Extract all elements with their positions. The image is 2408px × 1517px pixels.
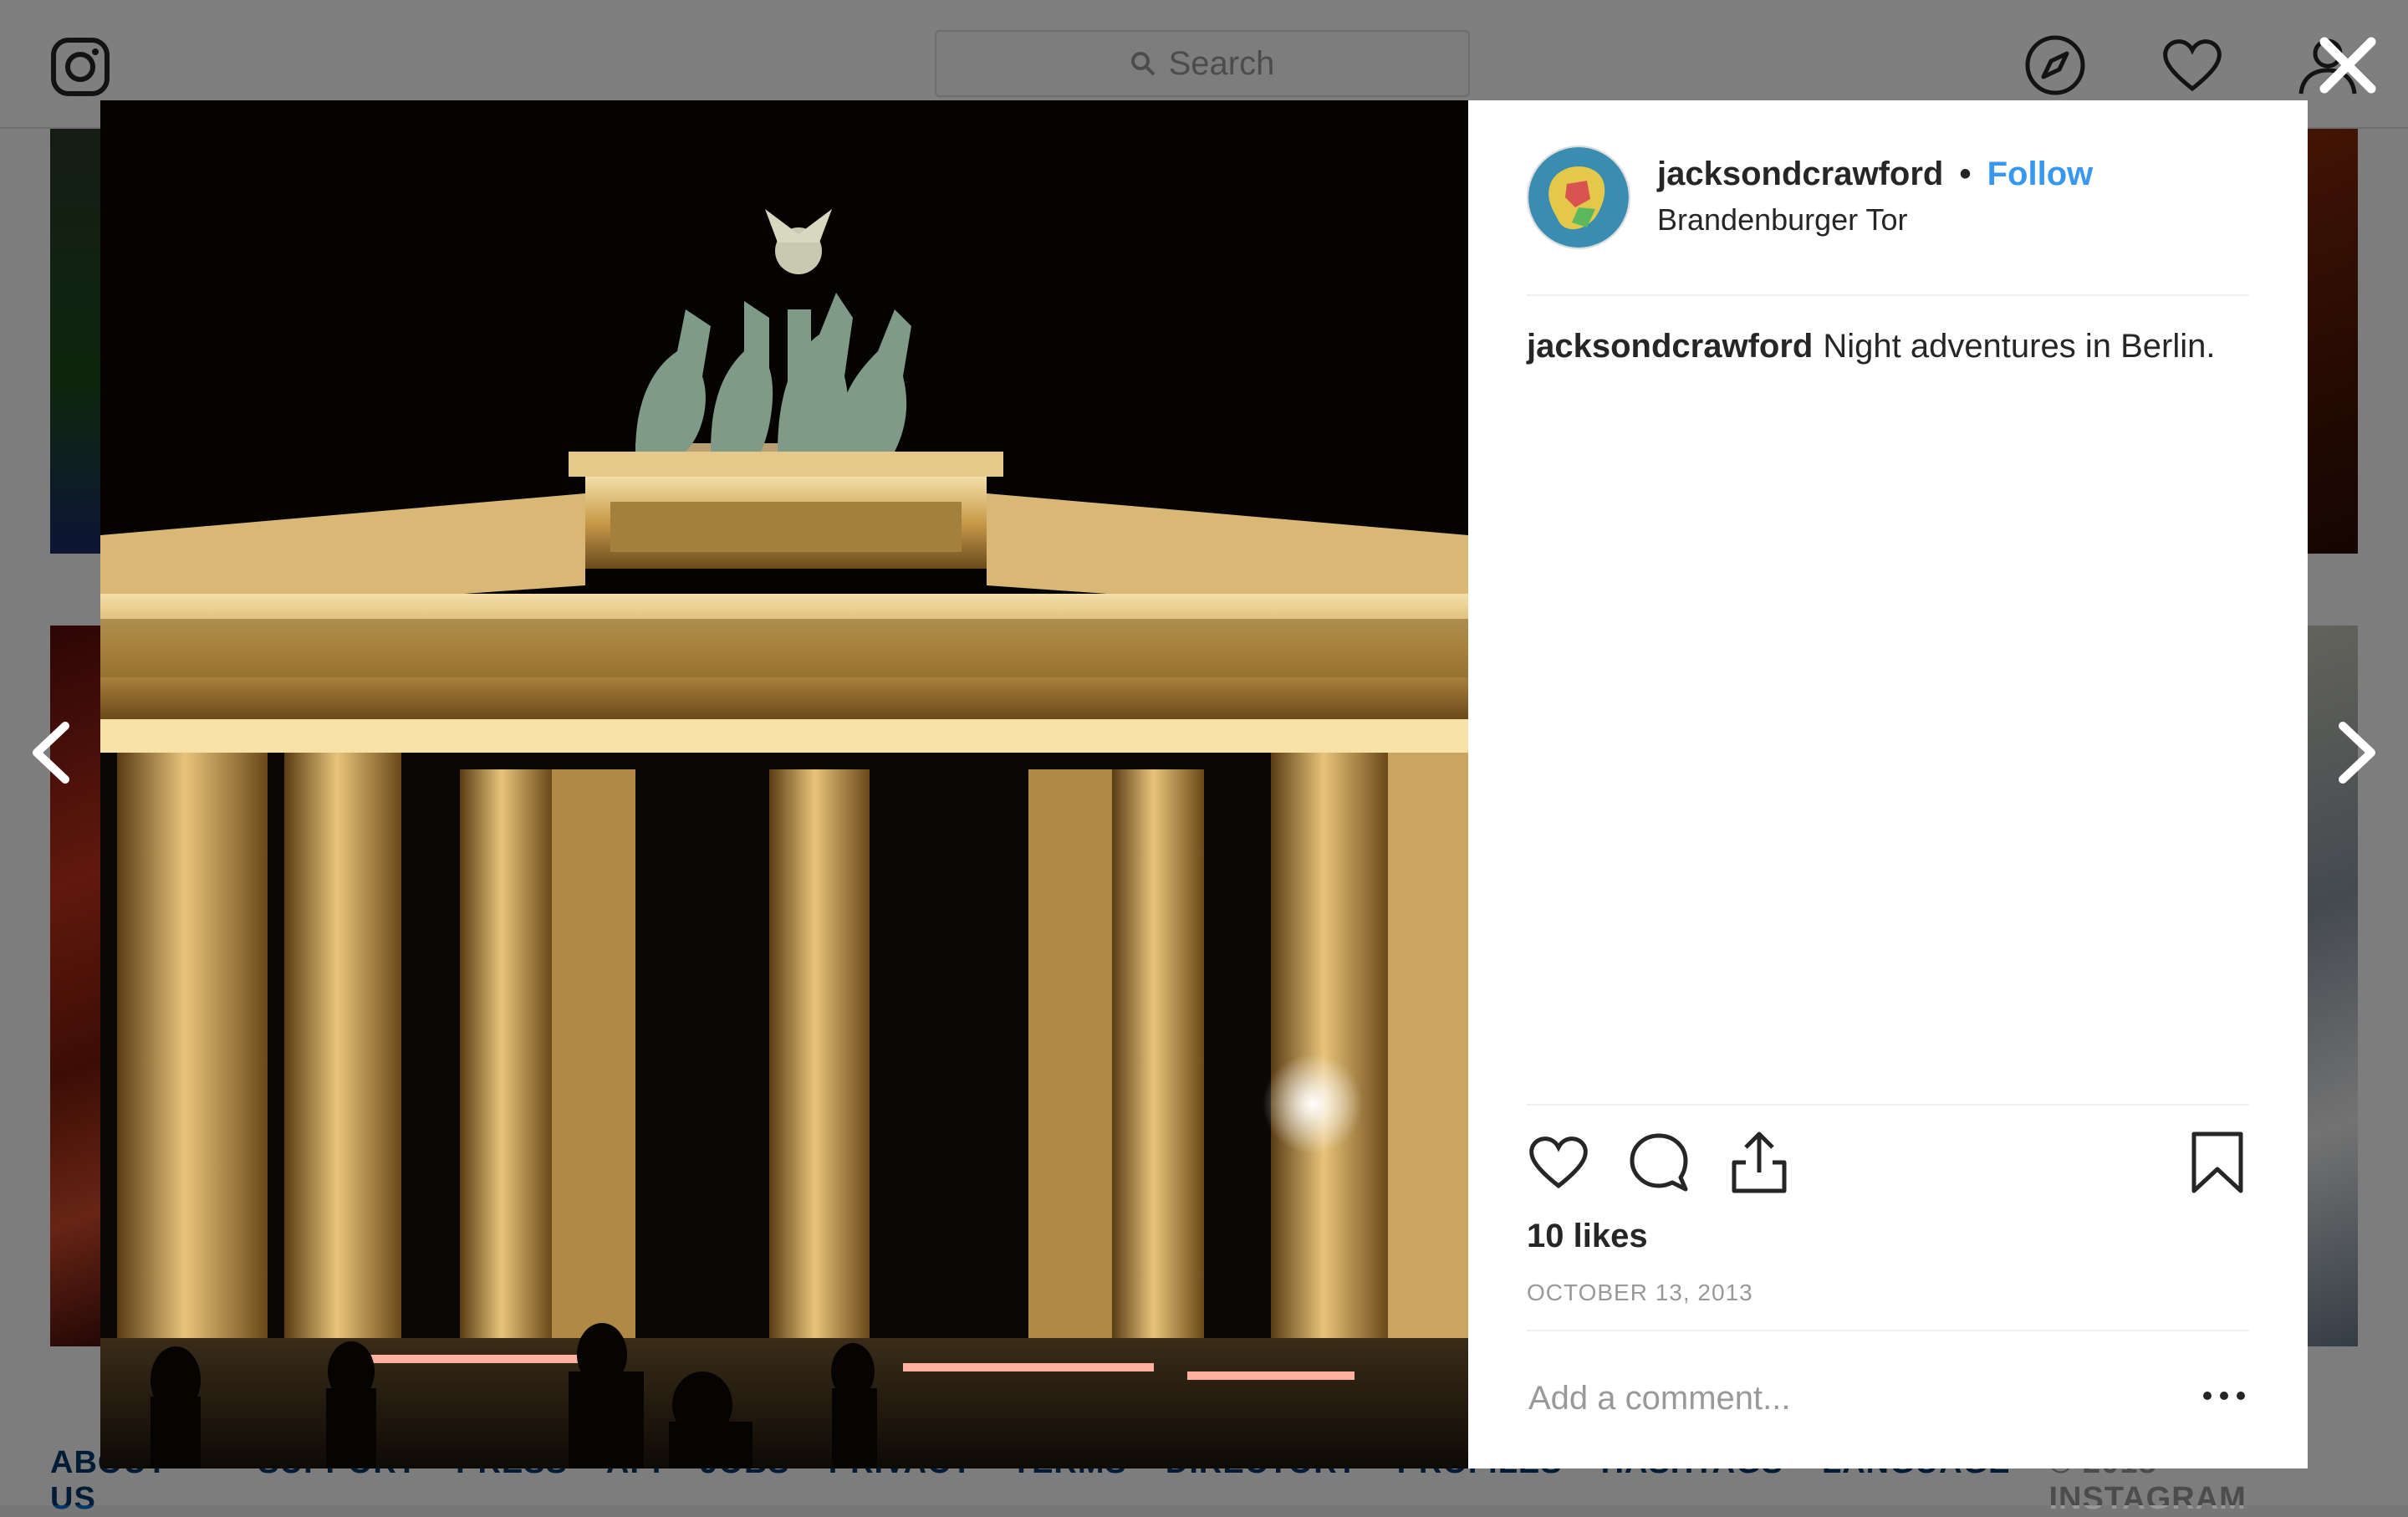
close-icon[interactable] — [2313, 30, 2383, 100]
comment-icon[interactable] — [1627, 1131, 1691, 1194]
comment-form — [1527, 1330, 2249, 1470]
caption-text: Night adventures in Berlin. — [1823, 328, 2216, 365]
post-date: OCTOBER 13, 2013 — [1527, 1279, 1753, 1305]
post-photo[interactable] — [100, 100, 1468, 1468]
globe-avatar-icon — [1528, 147, 1629, 248]
post-details-panel: jacksondcrawford • Follow Brandenburger … — [1468, 100, 2308, 1468]
more-options-icon[interactable] — [2199, 1383, 2249, 1408]
share-icon[interactable] — [1727, 1131, 1791, 1194]
comment-input[interactable] — [1527, 1360, 2182, 1437]
author-username[interactable]: jacksondcrawford — [1657, 156, 1943, 192]
separator-dot: • — [1959, 156, 1972, 192]
post-modal: jacksondcrawford • Follow Brandenburger … — [100, 100, 2308, 1468]
post-header: jacksondcrawford • Follow Brandenburger … — [1527, 146, 2249, 296]
likes-count[interactable]: 10 likes — [1527, 1218, 1648, 1255]
chevron-left-icon[interactable] — [18, 718, 85, 788]
follow-button[interactable]: Follow — [1987, 156, 2094, 192]
like-heart-icon[interactable] — [1527, 1131, 1590, 1194]
avatar[interactable] — [1527, 146, 1630, 249]
bookmark-icon[interactable] — [2186, 1131, 2249, 1194]
brandenburg-gate-photo — [100, 100, 1468, 1468]
chevron-right-icon[interactable] — [2323, 718, 2390, 788]
post-caption: jacksondcrawford Night adventures in Berl… — [1527, 328, 2249, 365]
post-author-line: jacksondcrawford • Follow — [1657, 156, 2093, 193]
post-location[interactable]: Brandenburger Tor — [1657, 202, 1908, 238]
caption-username[interactable]: jacksondcrawford — [1527, 328, 1813, 365]
action-bar — [1527, 1104, 2249, 1213]
